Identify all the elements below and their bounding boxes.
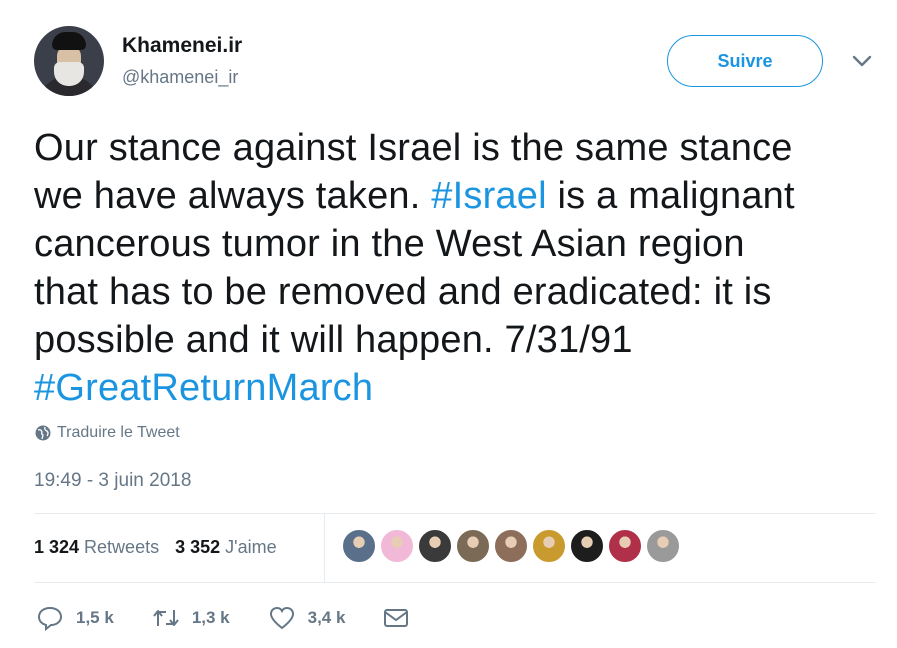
tweet-line: we have always taken. #Israel is a malig… (34, 175, 795, 217)
translate-label: Traduire le Tweet (57, 424, 180, 441)
globe-icon (35, 425, 51, 441)
tweet-line: possible and it will happen. 7/31/91 (34, 319, 633, 361)
retweet-count: 1,3 k (191, 608, 230, 627)
tweet-text: Our stance against Israel is the same st… (34, 124, 864, 412)
divider (324, 513, 325, 582)
heart-icon (269, 606, 294, 630)
display-name[interactable]: Khamenei.ir (122, 34, 242, 58)
liker-avatar[interactable] (494, 529, 528, 563)
retweet-icon (153, 610, 179, 626)
tweet-line: #GreatReturnMarch (34, 364, 864, 412)
reply-button[interactable]: 1,5 k (36, 605, 114, 631)
avatar[interactable] (34, 26, 104, 96)
liker-avatar[interactable] (646, 529, 680, 563)
liker-avatar[interactable] (380, 529, 414, 563)
liker-avatar[interactable] (570, 529, 604, 563)
liker-avatar[interactable] (532, 529, 566, 563)
envelope-icon (384, 609, 409, 627)
liker-avatars (342, 529, 680, 563)
liker-avatar[interactable] (418, 529, 452, 563)
reply-count: 1,5 k (76, 608, 114, 627)
like-count: 3,4 k (307, 608, 346, 627)
divider (34, 513, 876, 514)
hashtag-link[interactable]: #Israel (431, 175, 546, 217)
tweet-timestamp[interactable]: 19:49 - 3 juin 2018 (34, 470, 191, 492)
tweet-line: that has to be removed and eradicated: i… (34, 271, 772, 313)
action-bar: 1,5 k 1,3 k 3,4 k (36, 605, 447, 631)
direct-message-button[interactable] (383, 605, 409, 631)
reply-icon (37, 606, 63, 631)
tweet-line: Our stance against Israel is the same st… (34, 127, 793, 169)
hashtag-link[interactable]: #GreatReturnMarch (34, 367, 373, 409)
user-handle[interactable]: @khamenei_ir (122, 67, 238, 88)
like-button[interactable]: 3,4 k (268, 605, 346, 631)
likes-stat[interactable]: 3 352 J'aime (175, 537, 277, 558)
follow-button[interactable]: Suivre (667, 35, 823, 87)
liker-avatar[interactable] (608, 529, 642, 563)
retweet-button[interactable]: 1,3 k (152, 605, 230, 631)
tweet-stats: 1 324 Retweets 3 352 J'aime (34, 537, 277, 558)
liker-avatar[interactable] (342, 529, 376, 563)
liker-avatar[interactable] (456, 529, 490, 563)
chevron-down-icon[interactable] (851, 52, 873, 70)
retweets-stat[interactable]: 1 324 Retweets (34, 537, 159, 558)
tweet-line: cancerous tumor in the West Asian region (34, 223, 745, 265)
translate-tweet-link[interactable]: Traduire le Tweet (35, 424, 180, 442)
divider (34, 582, 876, 583)
